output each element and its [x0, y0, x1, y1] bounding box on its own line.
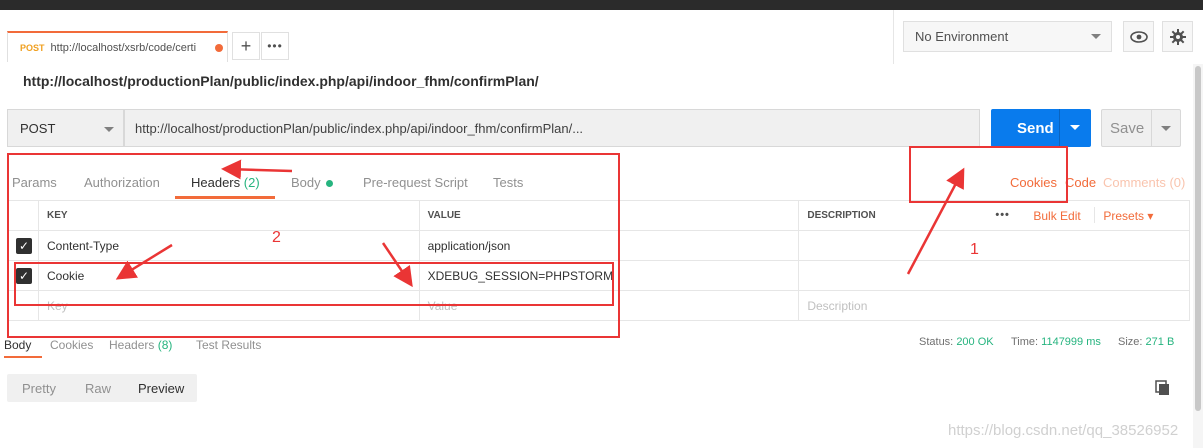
arrow-to-cookies-link	[906, 167, 965, 275]
annotation-arrows	[115, 159, 965, 288]
arrow-to-cookie-value	[381, 242, 413, 288]
arrow-to-headers-tab	[221, 159, 293, 180]
arrow-to-cookie-key	[115, 243, 173, 280]
